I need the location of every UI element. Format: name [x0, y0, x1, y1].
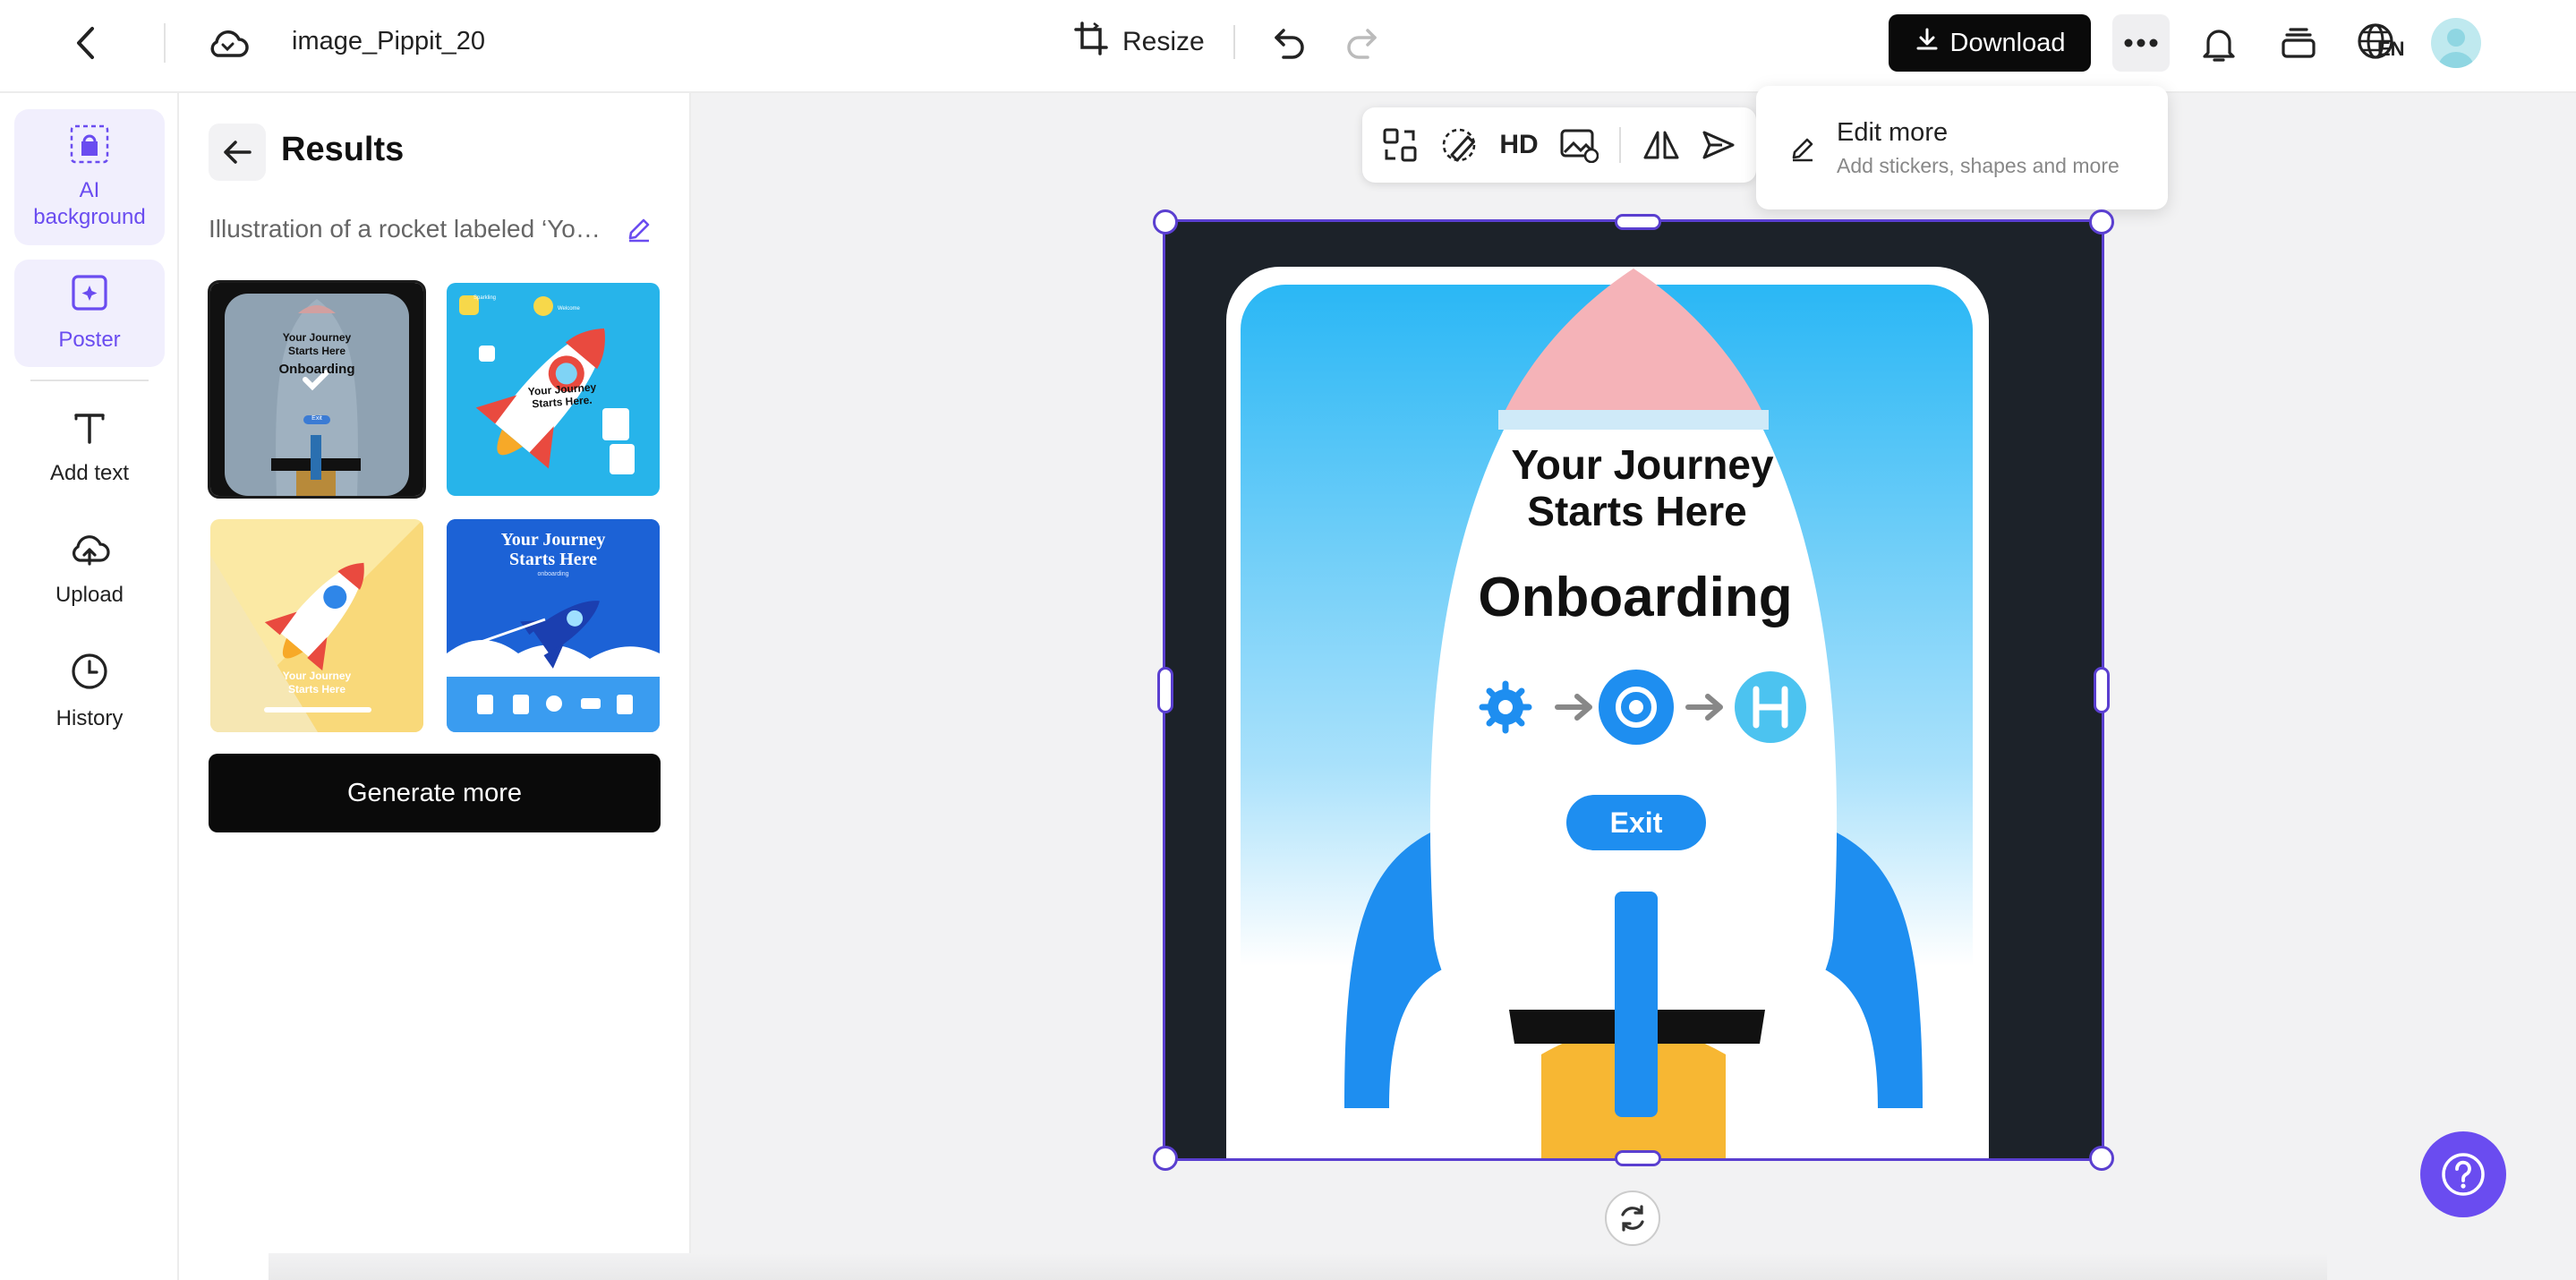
rail-label: AI: [79, 178, 100, 202]
resize-handle-top-right[interactable]: [2089, 209, 2114, 235]
resize-handle-left[interactable]: [1157, 667, 1173, 713]
poster-headline[interactable]: Onboarding: [1165, 566, 2105, 629]
rail-divider: [30, 380, 149, 381]
thumbnail-tag: Sparkling: [473, 295, 497, 301]
hd-upscale-button[interactable]: HD: [1499, 130, 1538, 160]
image-toolbar: HD: [1362, 107, 1756, 183]
panel-title: Results: [281, 131, 405, 168]
thumbnail-button-text: Exit: [311, 415, 322, 422]
back-arrow-icon[interactable]: [66, 23, 106, 63]
resize-button[interactable]: Resize: [1072, 18, 1205, 66]
poster-image: [1226, 267, 1989, 1158]
file-name[interactable]: image_Pippit_20: [292, 27, 485, 56]
arrow-left-icon: [222, 139, 252, 166]
toolbar-divider: [1618, 127, 1621, 163]
rotate-icon: [1616, 1202, 1649, 1234]
thumbnail-tag: Welcome: [558, 306, 580, 311]
replace-icon[interactable]: [1381, 126, 1419, 164]
result-thumbnail[interactable]: Sparkling Welcome Your Journey Starts He…: [447, 283, 660, 496]
rail-label: History: [55, 706, 124, 730]
undo-icon[interactable]: [1267, 21, 1312, 64]
pencil-icon: [1787, 132, 1819, 165]
redo-icon[interactable]: [1339, 21, 1384, 64]
magic-eraser-icon[interactable]: [1439, 126, 1479, 164]
rail-item-poster[interactable]: Poster: [14, 260, 165, 367]
rail-label: Add text: [49, 461, 130, 485]
poster-icon: [70, 273, 109, 320]
rotate-button[interactable]: [1605, 1190, 1660, 1246]
cloud-sync-icon[interactable]: [204, 21, 251, 64]
resize-handle-bottom[interactable]: [1615, 1150, 1661, 1166]
download-icon: [1915, 27, 1940, 59]
resize-icon: [1072, 20, 1110, 64]
bell-icon[interactable]: [2195, 20, 2243, 68]
thumbnail-title: Your Journey: [500, 530, 606, 550]
poster-artboard[interactable]: Your Journey Starts Here Onboarding Exit: [1153, 209, 2114, 1171]
poster-title[interactable]: Starts Here: [1165, 487, 2109, 535]
resize-handle-bottom-right[interactable]: [2089, 1146, 2114, 1171]
send-icon[interactable]: [1701, 127, 1736, 163]
thumbnail-title: Your Journey: [282, 331, 352, 344]
resize-handle-top[interactable]: [1615, 214, 1661, 230]
thumbnail-title: Your Journey: [282, 670, 352, 682]
results-back-button[interactable]: [209, 124, 266, 181]
question-icon: [2439, 1150, 2487, 1199]
text-icon: [72, 410, 107, 453]
image-background-icon[interactable]: [1559, 127, 1599, 163]
divider: [164, 23, 166, 63]
result-thumbnail[interactable]: Your Journey Starts Here Onboarding Exit: [208, 280, 426, 499]
download-label: Download: [1949, 28, 2066, 57]
rail-label: Upload: [55, 583, 124, 607]
resize-handle-top-left[interactable]: [1153, 209, 1178, 235]
avatar[interactable]: [2431, 18, 2481, 68]
rail-item-ai-background[interactable]: AI background: [14, 109, 165, 245]
rail-label: background: [33, 205, 146, 229]
rail-label: Poster: [58, 328, 121, 352]
ellipsis-icon: [2123, 38, 2159, 47]
pencil-icon[interactable]: [623, 213, 655, 245]
thumbnail-image: [225, 294, 409, 496]
thumbnail-image: [210, 519, 423, 732]
resize-handle-right[interactable]: [2094, 667, 2110, 713]
thumbnail-subtitle: Onboarding: [278, 362, 355, 377]
more-options-button[interactable]: [2112, 14, 2170, 72]
help-button[interactable]: [2420, 1131, 2506, 1217]
clock-icon: [70, 652, 109, 698]
generate-more-button[interactable]: Generate more: [209, 754, 661, 832]
language-code: EN: [2377, 38, 2405, 60]
bottom-scroll-shadow: [269, 1253, 2327, 1280]
poster-title[interactable]: Your Journey: [1165, 440, 2120, 489]
thumbnail-title: Starts Here: [287, 345, 346, 357]
thumbnail-title: Starts Here: [287, 683, 346, 695]
download-button[interactable]: Download: [1889, 14, 2091, 72]
divider: [1233, 25, 1235, 59]
thumbnail-subtitle: onboarding: [537, 571, 569, 577]
popover-subtitle: Add stickers, shapes and more: [1837, 154, 2120, 177]
poster-exit-button[interactable]: Exit: [1566, 795, 1706, 850]
result-thumbnail[interactable]: Your Journey Starts Here: [210, 519, 423, 732]
ai-background-icon: [69, 124, 110, 172]
thumbnail-title: Starts Here: [509, 550, 597, 569]
layers-icon[interactable]: [2273, 20, 2324, 68]
popover-title[interactable]: Edit more: [1837, 118, 1948, 148]
resize-handle-bottom-left[interactable]: [1153, 1146, 1178, 1171]
rail-item-history[interactable]: History: [14, 643, 165, 741]
resize-label: Resize: [1122, 27, 1205, 56]
flip-icon[interactable]: [1642, 127, 1681, 163]
prompt-text: Illustration of a rocket labeled ‘Your J…: [209, 215, 602, 243]
rail-item-add-text[interactable]: Add text: [14, 399, 165, 498]
result-thumbnail[interactable]: Your Journey Starts Here onboarding: [447, 519, 660, 732]
cloud-upload-icon: [68, 532, 111, 575]
rail-item-upload[interactable]: Upload: [14, 521, 165, 619]
